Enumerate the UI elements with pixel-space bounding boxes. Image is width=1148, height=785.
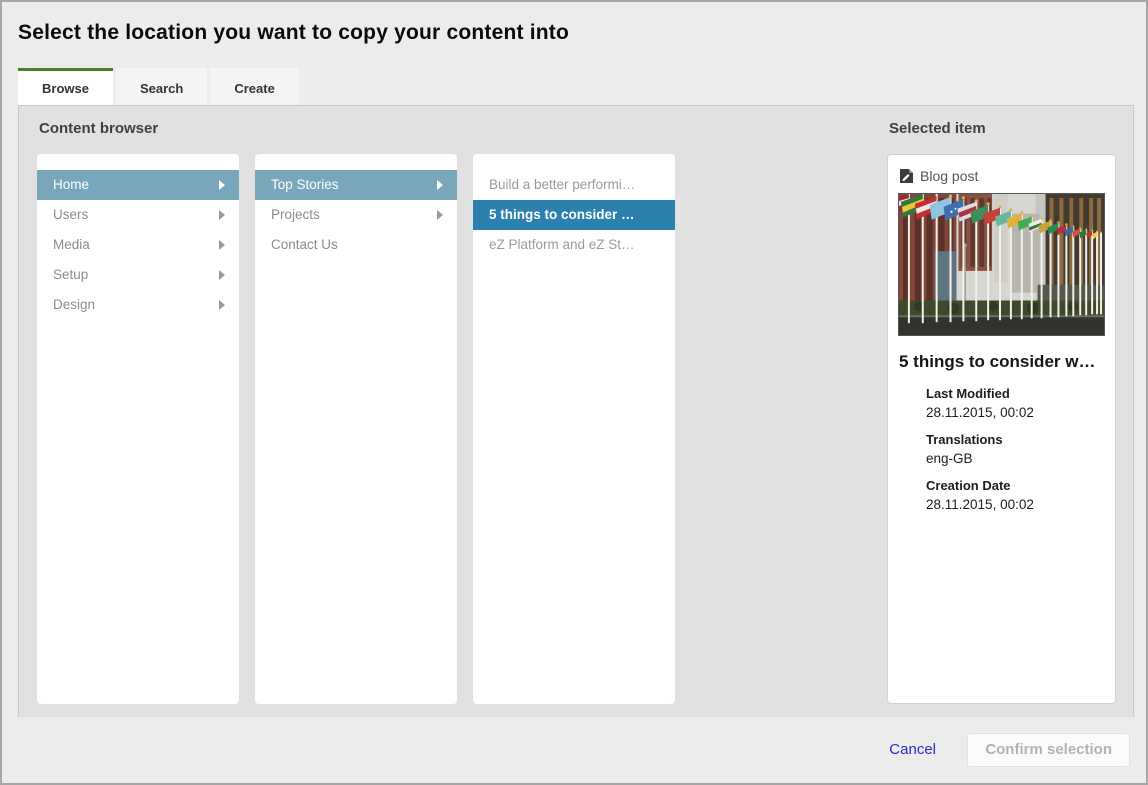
tree-item-label: eZ Platform and eZ St… [489, 230, 661, 260]
tree-item-projects[interactable]: Projects [255, 200, 457, 230]
finder-column-3: Build a better performi… 5 things to con… [473, 154, 675, 704]
tree-item-label: Design [53, 290, 211, 320]
tree-item-label: Contact Us [271, 230, 443, 260]
tree-item-label: Top Stories [271, 170, 429, 200]
selected-item-card: Blog post [887, 154, 1116, 704]
tree-item-top-stories[interactable]: Top Stories [255, 170, 457, 200]
tree-item-design[interactable]: Design [37, 290, 239, 320]
content-browser-panel: Content browser Selected item Home Users… [18, 105, 1134, 720]
content-type-label: Blog post [920, 168, 978, 184]
tab-bar: Browse Search Create [18, 68, 302, 105]
selected-item-meta: Last Modified 28.11.2015, 00:02 Translat… [926, 386, 1105, 512]
tree-item-label: Media [53, 230, 211, 260]
chevron-right-icon [219, 210, 225, 220]
tree-item-build-a-better[interactable]: Build a better performi… [473, 170, 675, 200]
chevron-right-icon [219, 300, 225, 310]
cancel-button[interactable]: Cancel [889, 741, 936, 758]
tree-item-setup[interactable]: Setup [37, 260, 239, 290]
meta-value-translations: eng-GB [926, 451, 1105, 466]
selected-item-heading: Selected item [889, 120, 986, 137]
tree-item-label: Users [53, 200, 211, 230]
chevron-right-icon [219, 240, 225, 250]
selected-item-title: 5 things to consider w… [899, 352, 1105, 372]
chevron-right-icon [219, 270, 225, 280]
meta-label-last-modified: Last Modified [926, 386, 1105, 401]
finder-column-1: Home Users Media Setup Design [37, 154, 239, 704]
tree-item-label: Home [53, 170, 211, 200]
meta-value-creation-date: 28.11.2015, 00:02 [926, 497, 1105, 512]
chevron-right-icon [437, 180, 443, 190]
meta-value-last-modified: 28.11.2015, 00:02 [926, 405, 1105, 420]
dialog-footer: Cancel Confirm selection [2, 717, 1146, 783]
content-browser-heading: Content browser [39, 120, 158, 137]
tree-item-label: Build a better performi… [489, 170, 661, 200]
tree-item-label: Setup [53, 260, 211, 290]
tree-item-home[interactable]: Home [37, 170, 239, 200]
tree-item-users[interactable]: Users [37, 200, 239, 230]
meta-label-creation-date: Creation Date [926, 478, 1105, 493]
tree-item-label: 5 things to consider … [489, 200, 661, 230]
tree-item-contact-us[interactable]: Contact Us [255, 230, 457, 260]
un-flags-photo [898, 193, 1105, 336]
tree-item-media[interactable]: Media [37, 230, 239, 260]
tab-search[interactable]: Search [116, 68, 207, 105]
finder-column-2: Top Stories Projects Contact Us [255, 154, 457, 704]
tab-create[interactable]: Create [210, 68, 298, 105]
tree-item-5-things[interactable]: 5 things to consider … [473, 200, 675, 230]
content-type-row: Blog post [899, 168, 1105, 184]
blog-post-document-icon [899, 169, 913, 183]
chevron-right-icon [437, 210, 443, 220]
chevron-right-icon [219, 180, 225, 190]
meta-label-translations: Translations [926, 432, 1105, 447]
tree-item-label: Projects [271, 200, 429, 230]
tree-item-ez-platform[interactable]: eZ Platform and eZ St… [473, 230, 675, 260]
page-title: Select the location you want to copy you… [18, 21, 569, 45]
tab-browse[interactable]: Browse [18, 68, 113, 105]
confirm-selection-button[interactable]: Confirm selection [967, 733, 1130, 767]
finder-columns: Home Users Media Setup Design [37, 154, 691, 704]
copy-location-dialog: Select the location you want to copy you… [0, 0, 1148, 785]
